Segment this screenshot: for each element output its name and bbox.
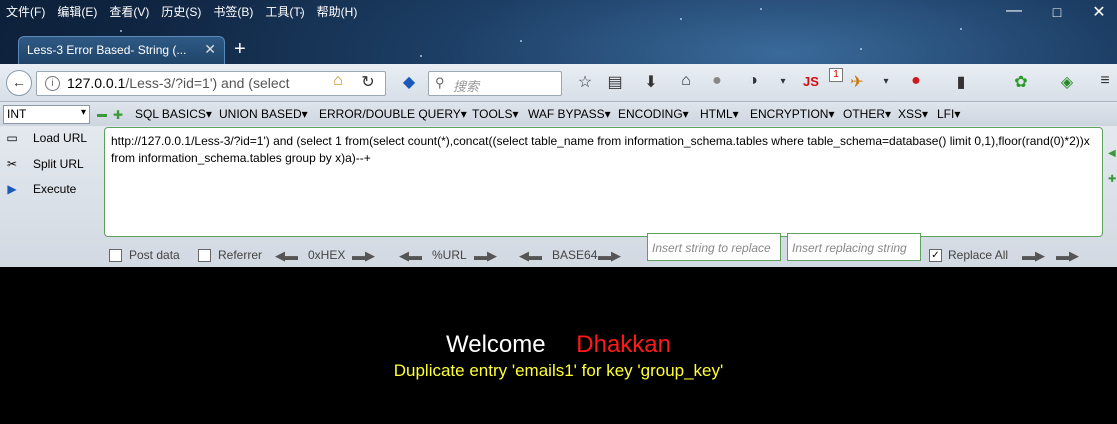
menu-encoding[interactable]: ENCODING▾	[618, 107, 689, 121]
search-input[interactable]: ⚲ 搜索	[428, 71, 562, 96]
welcome-line: Welcome Dhakkan	[0, 331, 1117, 359]
home-icon[interactable]: ⌂	[675, 72, 697, 90]
hackbar-bottom-row: Post data Referrer ◀▬ 0xHEX ▬▶ ◀▬ %URL ▬…	[0, 233, 1117, 265]
home-page-icon[interactable]: ⌂	[327, 72, 349, 90]
search-placeholder: 搜索	[453, 79, 480, 94]
dropdown-arrow-icon[interactable]: ▾	[875, 76, 897, 87]
maximize-button[interactable]: □	[1042, 4, 1072, 20]
post-data-label: Post data	[129, 248, 180, 262]
base64-encode-arrow-icon[interactable]: ▬▶	[598, 248, 621, 264]
insert-string-input[interactable]: Insert string to replace	[647, 233, 781, 261]
url-decode-arrow-icon[interactable]: ◀▬	[399, 248, 422, 264]
js-count-badge: 1	[829, 68, 843, 82]
menu-xss[interactable]: XSS▾	[898, 107, 928, 121]
menu-other[interactable]: OTHER▾	[843, 107, 891, 121]
download-icon[interactable]: ⬇	[640, 72, 662, 92]
addon-leaf-icon[interactable]: ✿	[1010, 72, 1032, 92]
minimize-button[interactable]: —	[999, 2, 1029, 20]
back-arrow-icon[interactable]: ←	[6, 70, 32, 96]
site-identity-icon[interactable]: ◆	[398, 72, 420, 92]
url-path: /Less-3/?id=1') and (select	[125, 75, 290, 91]
info-icon[interactable]: i	[45, 76, 60, 91]
shield-icon[interactable]: ◈	[1056, 72, 1078, 92]
hamburger-menu-icon[interactable]: ≡	[1094, 72, 1116, 90]
replace-all-checkbox[interactable]: ✓	[929, 249, 942, 262]
decrease-icon[interactable]: ▬	[97, 109, 107, 120]
type-select[interactable]: INT ▾	[3, 105, 90, 124]
menu-tools[interactable]: 工具(T)	[259, 3, 310, 20]
execute-label: Execute	[33, 182, 77, 196]
menu-waf-bypass[interactable]: WAF BYPASS▾	[528, 107, 611, 121]
load-url-icon: ▭	[6, 131, 18, 145]
url-host: 127.0.0.1	[67, 75, 126, 91]
menu-edit[interactable]: 编辑(E)	[51, 3, 103, 20]
menu-file[interactable]: 文件(F)	[0, 3, 51, 20]
play-icon: ▶	[7, 182, 17, 196]
tab-title: Less-3 Error Based- String (...	[27, 43, 187, 57]
welcome-text: Welcome	[446, 331, 546, 358]
record-icon[interactable]: ●	[905, 72, 927, 90]
hex-decode-arrow-icon[interactable]: ◀▬	[275, 248, 298, 264]
user-name: Dhakkan	[576, 331, 671, 358]
menu-history[interactable]: 历史(S)	[155, 3, 207, 20]
menu-encryption[interactable]: ENCRYPTION▾	[750, 107, 834, 121]
hex-encode-arrow-icon[interactable]: ▬▶	[352, 248, 375, 264]
rocket-icon[interactable]: ✈	[846, 72, 868, 92]
hex-label: 0xHEX	[308, 248, 346, 262]
chevron-down-icon: ▾	[80, 107, 86, 118]
split-url-label: Split URL	[33, 157, 84, 171]
execute-button[interactable]: ▶ Execute	[4, 181, 76, 197]
replace-arrow-icon[interactable]: ▬▶	[1022, 248, 1045, 264]
menu-view[interactable]: 查看(V)	[103, 3, 155, 20]
replace-all-arrow-icon[interactable]: ▬▶	[1056, 248, 1079, 264]
menu-lfi[interactable]: LFI▾	[937, 107, 960, 121]
tab-strip: Less-3 Error Based- String (... ✕ +	[0, 36, 1117, 64]
split-url-button[interactable]: ✂ Split URL	[4, 156, 84, 172]
js-switch-icon[interactable]: JS	[800, 74, 822, 89]
clipboard-icon[interactable]: ▮	[950, 72, 972, 92]
dropdown-arrow-icon[interactable]: ▾	[772, 76, 794, 87]
browser-chrome: 文件(F) 编辑(E) 查看(V) 历史(S) 书签(B) 工具(T) 帮助(H…	[0, 0, 1117, 267]
url-textarea[interactable]: http://127.0.0.1/Less-3/?id=1') and (sel…	[104, 127, 1103, 237]
load-url-button[interactable]: ▭ Load URL	[4, 130, 87, 146]
menu-union-based[interactable]: UNION BASED▾	[219, 107, 308, 121]
reload-icon[interactable]: ↻	[357, 72, 379, 92]
scissors-icon: ✂	[6, 157, 18, 171]
insert-replacing-input[interactable]: Insert replacing string	[787, 233, 921, 261]
new-tab-button[interactable]: +	[234, 38, 246, 61]
url-encode-arrow-icon[interactable]: ▬▶	[474, 248, 497, 264]
replace-all-label: Replace All	[948, 248, 1009, 262]
hackbar-menu-row: INT ▾ ▬ ✚ SQL BASICS▾ UNION BASED▾ ERROR…	[0, 102, 1117, 126]
menu-tools[interactable]: TOOLS▾	[472, 107, 518, 121]
reading-list-icon[interactable]: ▤	[604, 72, 626, 92]
increase-icon[interactable]: ✚	[113, 108, 123, 122]
post-data-checkbox[interactable]	[109, 249, 122, 262]
menu-sql-basics[interactable]: SQL BASICS▾	[135, 107, 212, 121]
hackbar-panel: ▭ Load URL ✂ Split URL ▶ Execute http://…	[0, 126, 1117, 267]
type-select-value: INT	[7, 107, 27, 121]
expand-right-icon[interactable]: ◀	[1108, 148, 1116, 159]
menu-html[interactable]: HTML▾	[700, 107, 739, 121]
menu-bar: 文件(F) 编辑(E) 查看(V) 历史(S) 书签(B) 工具(T) 帮助(H…	[0, 0, 363, 22]
referrer-label: Referrer	[218, 248, 263, 262]
increase-right-icon[interactable]: ✚	[1108, 174, 1116, 185]
active-tab[interactable]: Less-3 Error Based- String (... ✕	[18, 36, 225, 64]
load-url-label: Load URL	[33, 131, 88, 145]
url-encode-label: %URL	[432, 248, 467, 262]
close-window-button[interactable]: ✕	[1084, 2, 1114, 22]
menu-error-double-query[interactable]: ERROR/DOUBLE QUERY▾	[319, 107, 467, 121]
search-icon: ⚲	[435, 75, 445, 90]
tab-close-icon[interactable]: ✕	[204, 41, 216, 58]
sql-error-message: Duplicate entry 'emails1' for key 'group…	[393, 361, 724, 380]
referrer-checkbox[interactable]	[198, 249, 211, 262]
navigation-toolbar: ← i 127.0.0.1/Less-3/?id=1') and (select…	[0, 64, 1117, 102]
bookmark-star-icon[interactable]: ☆	[574, 72, 596, 92]
palette-icon[interactable]: ◑	[742, 72, 764, 90]
menu-help[interactable]: 帮助(H)	[311, 3, 364, 20]
base64-label: BASE64	[552, 248, 598, 262]
base64-decode-arrow-icon[interactable]: ◀▬	[519, 248, 542, 264]
page-content: Welcome Dhakkan Duplicate entry 'emails1…	[0, 267, 1117, 424]
menu-bookmarks[interactable]: 书签(B)	[207, 3, 259, 20]
addon-globe-icon[interactable]: ●	[706, 72, 728, 90]
